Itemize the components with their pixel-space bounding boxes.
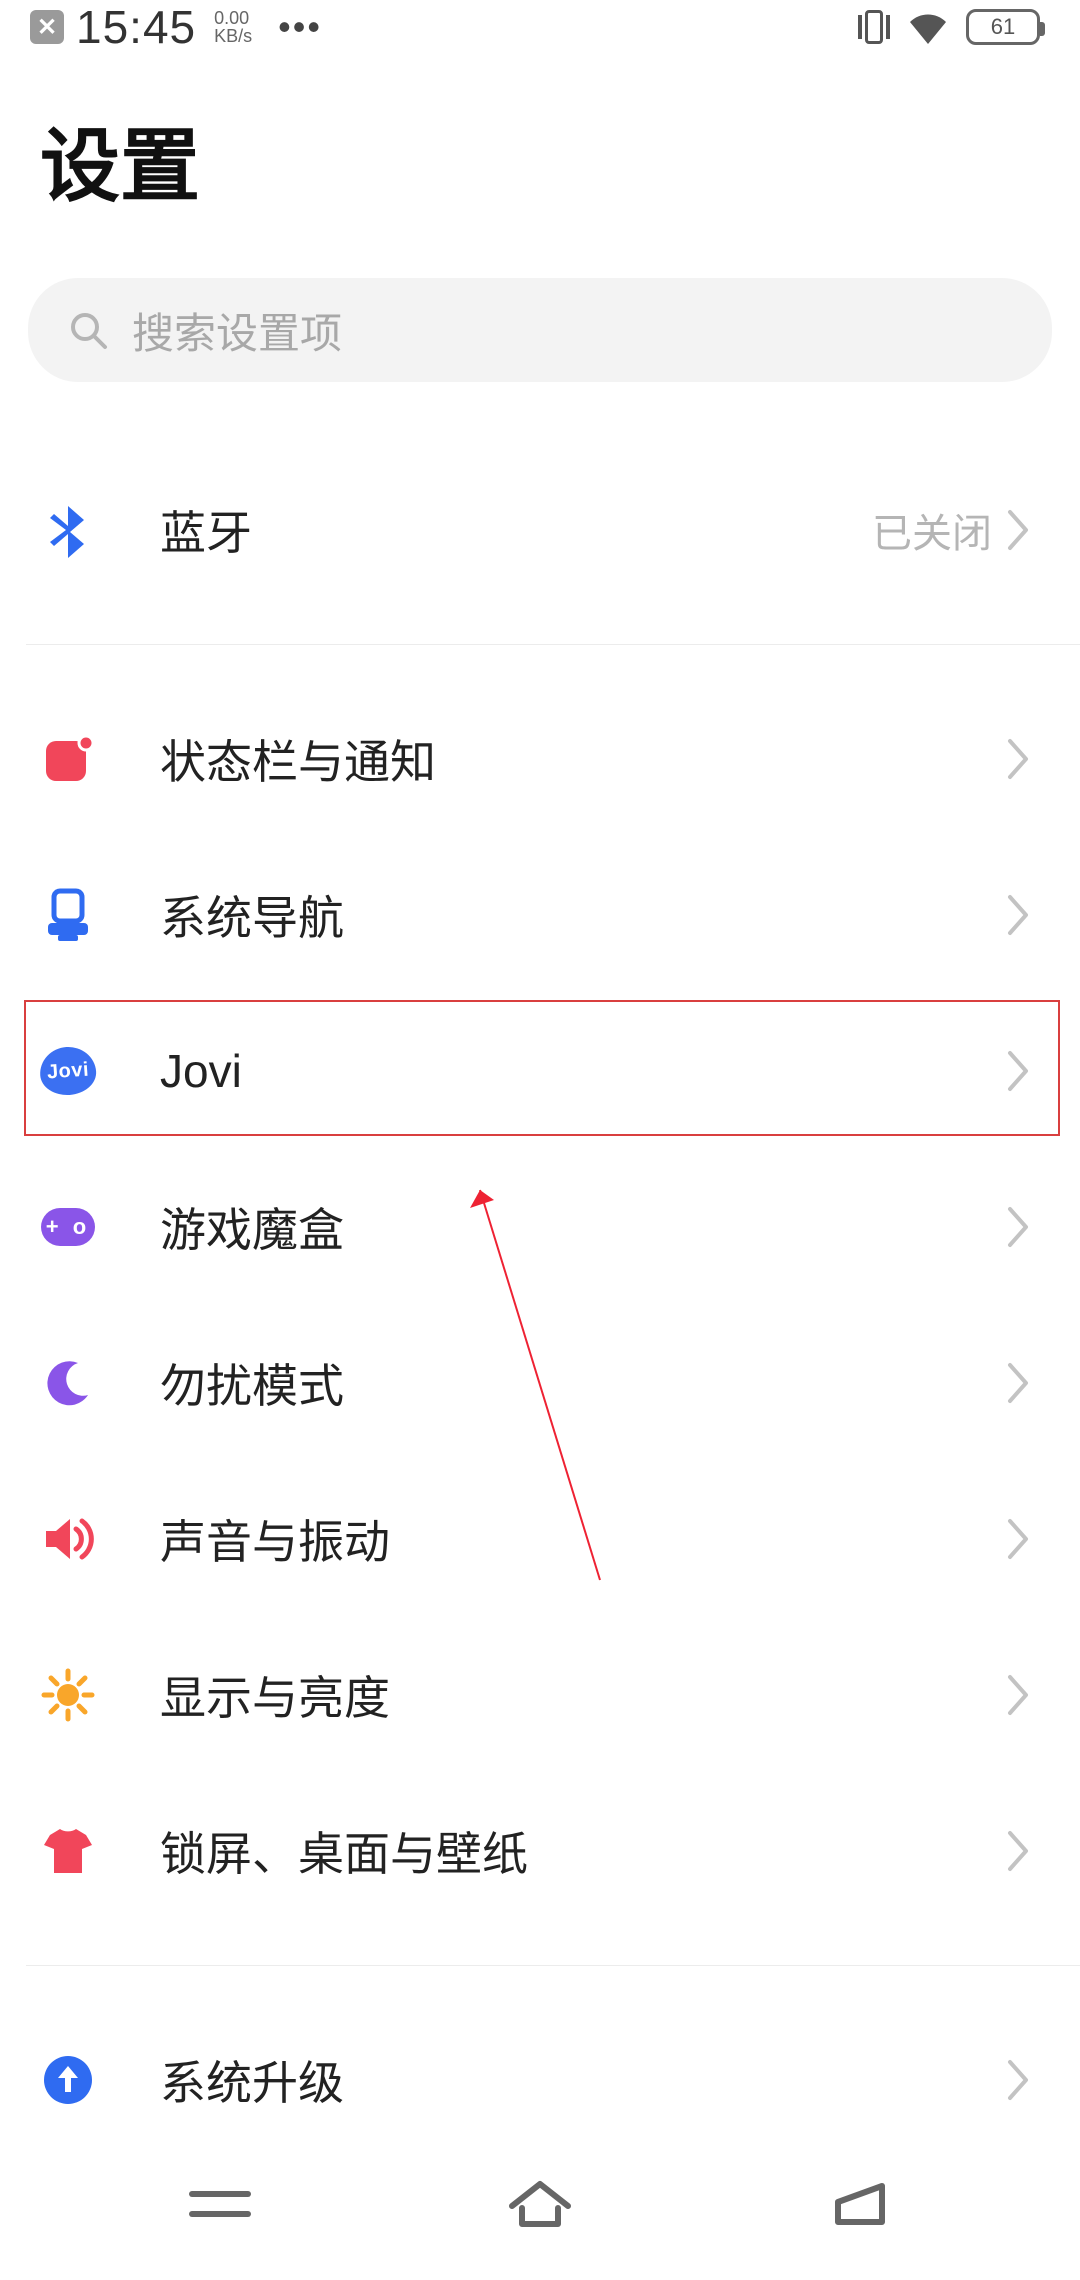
row-label: Jovi <box>160 1044 1006 1098</box>
row-label: 系统导航 <box>160 882 1006 948</box>
chevron-right-icon <box>1006 1205 1032 1249</box>
row-system-navigation[interactable]: 系统导航 <box>0 837 1080 993</box>
row-game-box[interactable]: + o 游戏魔盒 <box>0 1149 1080 1305</box>
row-label: 游戏魔盒 <box>160 1194 1006 1260</box>
chevron-right-icon <box>1006 737 1032 781</box>
chevron-right-icon <box>1006 1049 1032 1093</box>
jovi-icon: Jovi <box>40 1043 96 1099</box>
moon-icon <box>40 1355 96 1411</box>
row-do-not-disturb[interactable]: 勿扰模式 <box>0 1305 1080 1461</box>
vibrate-icon <box>858 10 890 44</box>
row-label: 勿扰模式 <box>160 1350 1006 1416</box>
chevron-right-icon <box>1006 1829 1032 1873</box>
wifi-icon <box>908 11 948 43</box>
settings-list[interactable]: 蓝牙 已关闭 状态栏与通知 系统导航 Jovi <box>0 382 1080 2158</box>
nav-home-button[interactable] <box>498 2174 582 2234</box>
update-icon <box>40 2052 96 2108</box>
status-bar: ✕ 15:45 0.00 KB/s ••• 61 <box>0 0 1080 54</box>
tshirt-icon <box>40 1823 96 1879</box>
bluetooth-icon <box>40 502 96 558</box>
system-nav-bar <box>0 2158 1080 2280</box>
row-label: 声音与振动 <box>160 1506 1006 1572</box>
row-label: 状态栏与通知 <box>160 726 1006 792</box>
sun-icon <box>40 1667 96 1723</box>
notification-icon <box>40 731 96 787</box>
search-input[interactable]: 搜索设置项 <box>28 278 1052 382</box>
row-label: 显示与亮度 <box>160 1662 1006 1728</box>
nav-back-button[interactable] <box>818 2174 902 2234</box>
row-jovi[interactable]: Jovi Jovi <box>0 993 1080 1149</box>
net-speed-indicator: 0.00 KB/s <box>214 9 252 45</box>
row-label: 锁屏、桌面与壁纸 <box>160 1818 1006 1884</box>
row-statusbar-notifications[interactable]: 状态栏与通知 <box>0 681 1080 837</box>
search-icon <box>68 310 108 350</box>
chevron-right-icon <box>1006 2058 1032 2102</box>
gamebox-icon: + o <box>40 1199 96 1255</box>
row-bluetooth[interactable]: 蓝牙 已关闭 <box>0 452 1080 608</box>
navigation-icon <box>40 887 96 943</box>
sound-icon <box>40 1511 96 1567</box>
row-system-update[interactable]: 系统升级 <box>0 2002 1080 2158</box>
chevron-right-icon <box>1006 1517 1032 1561</box>
chevron-right-icon <box>1006 1673 1032 1717</box>
page-title: 设置 <box>0 54 1080 278</box>
chevron-right-icon <box>1006 508 1032 552</box>
sim-disabled-icon: ✕ <box>30 10 64 44</box>
status-time: 15:45 <box>76 0 196 54</box>
search-placeholder: 搜索设置项 <box>132 300 342 361</box>
nav-recent-button[interactable] <box>178 2174 262 2234</box>
chevron-right-icon <box>1006 893 1032 937</box>
more-icon: ••• <box>278 6 322 48</box>
row-lockscreen-wallpaper[interactable]: 锁屏、桌面与壁纸 <box>0 1773 1080 1929</box>
battery-icon: 61 <box>966 9 1040 45</box>
row-sound-vibration[interactable]: 声音与振动 <box>0 1461 1080 1617</box>
row-label: 蓝牙 <box>160 497 872 563</box>
row-label: 系统升级 <box>160 2047 1006 2113</box>
row-status: 已关闭 <box>872 501 992 559</box>
chevron-right-icon <box>1006 1361 1032 1405</box>
row-display-brightness[interactable]: 显示与亮度 <box>0 1617 1080 1773</box>
